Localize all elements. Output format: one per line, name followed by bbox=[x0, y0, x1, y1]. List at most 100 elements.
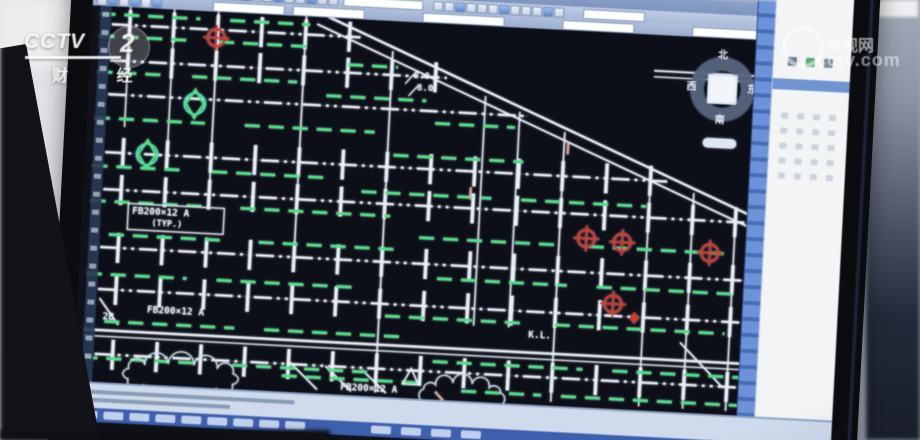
draw-tool-icon[interactable] bbox=[91, 227, 98, 232]
cad-stiffener-green bbox=[192, 77, 297, 82]
status-toggle[interactable] bbox=[129, 413, 149, 422]
status-toggle[interactable] bbox=[259, 420, 279, 429]
cad-stiffener-green bbox=[435, 123, 515, 127]
palette-item[interactable] bbox=[826, 160, 833, 166]
draw-tool-icon[interactable] bbox=[95, 156, 102, 161]
cad-stub bbox=[247, 282, 249, 312]
palette-item[interactable] bbox=[778, 157, 785, 163]
palette-item[interactable] bbox=[812, 129, 819, 135]
cad-stub bbox=[689, 263, 691, 293]
palette-item[interactable] bbox=[829, 115, 836, 121]
status-toggle[interactable] bbox=[401, 427, 421, 436]
draw-tool-icon[interactable] bbox=[98, 102, 105, 107]
draw-tool-icon[interactable] bbox=[101, 30, 108, 35]
viewcube-west-label[interactable]: 西 bbox=[686, 82, 697, 93]
palette-item[interactable] bbox=[781, 112, 788, 118]
cad-stiffener-green bbox=[104, 321, 234, 328]
status-toggle[interactable] bbox=[285, 421, 305, 430]
palette-item[interactable] bbox=[794, 173, 801, 179]
draw-tool-icon[interactable] bbox=[100, 48, 107, 53]
status-toggle[interactable] bbox=[155, 414, 175, 423]
status-toggle[interactable] bbox=[181, 415, 201, 424]
palette-item[interactable] bbox=[813, 114, 820, 120]
cad-vline bbox=[294, 16, 307, 256]
cad-stub bbox=[171, 49, 173, 79]
palette-item[interactable] bbox=[810, 159, 817, 165]
draw-tool-icon[interactable] bbox=[87, 299, 94, 304]
draw-tool-icon[interactable] bbox=[102, 12, 109, 17]
viewcube-face[interactable] bbox=[707, 74, 739, 106]
palette-icon[interactable] bbox=[806, 58, 815, 67]
palette-icon[interactable] bbox=[788, 57, 797, 66]
viewcube-north-label[interactable]: 北 bbox=[718, 51, 729, 62]
viewcube-home-button[interactable] bbox=[702, 137, 736, 149]
palette-item[interactable] bbox=[780, 127, 787, 133]
foreground-desk-edge bbox=[0, 430, 330, 440]
cad-stub bbox=[117, 233, 119, 263]
cad-stub bbox=[210, 143, 212, 173]
cad-drawing-canvas[interactable]: 8.08.0FB200×12 A(TYP.)FB200×12 A2BK.L.FB… bbox=[81, 6, 766, 416]
penetration-symbol bbox=[184, 89, 206, 118]
status-toggle[interactable] bbox=[431, 429, 451, 438]
palette-item[interactable] bbox=[779, 142, 786, 148]
palette-item[interactable] bbox=[795, 143, 802, 149]
cad-stub bbox=[115, 275, 117, 305]
status-toggle[interactable] bbox=[207, 417, 227, 426]
palette-item[interactable] bbox=[828, 130, 835, 136]
palette-item[interactable] bbox=[826, 175, 833, 181]
palette-item[interactable] bbox=[811, 144, 818, 150]
viewcube-south-label[interactable]: 南 bbox=[714, 116, 725, 127]
cad-stub bbox=[732, 265, 734, 295]
cad-drawing-svg[interactable]: 8.08.0FB200×12 A(TYP.)FB200×12 A2BK.L.FB… bbox=[81, 6, 766, 416]
cad-stiffener-green bbox=[212, 172, 332, 178]
cad-stub bbox=[391, 60, 393, 90]
toolbar-icon bbox=[477, 3, 488, 14]
pink-tick bbox=[470, 187, 471, 199]
cad-stiffener-green bbox=[230, 20, 310, 24]
cad-stub bbox=[595, 365, 597, 395]
cad-stub bbox=[513, 254, 515, 284]
cad-stub bbox=[200, 344, 202, 374]
draw-tool-icon[interactable] bbox=[88, 281, 95, 286]
draw-tool-icon[interactable] bbox=[85, 335, 92, 340]
cad-label-fb-mid: FB200×12 A bbox=[147, 305, 205, 319]
toolbar-icon bbox=[433, 1, 444, 12]
palette-item[interactable] bbox=[810, 174, 817, 180]
status-toggle[interactable] bbox=[461, 430, 481, 439]
draw-tool-icon[interactable] bbox=[98, 84, 105, 89]
palette-item[interactable] bbox=[827, 145, 834, 151]
cad-stub bbox=[557, 256, 559, 286]
toolbar-icon bbox=[488, 4, 499, 15]
cad-stub bbox=[215, 51, 217, 81]
cad-stub bbox=[645, 261, 647, 291]
cad-stub bbox=[386, 152, 388, 182]
draw-tool-icon[interactable] bbox=[92, 210, 99, 215]
cad-stiffener-green bbox=[240, 208, 390, 216]
cad-stiffener-green bbox=[385, 316, 525, 323]
palette-item[interactable] bbox=[797, 113, 804, 119]
cad-stub bbox=[425, 249, 427, 279]
palette-item[interactable] bbox=[796, 128, 803, 134]
cad-stub bbox=[381, 247, 383, 277]
draw-tool-icon[interactable] bbox=[89, 263, 96, 268]
cad-stub bbox=[156, 342, 158, 372]
draw-tool-icon[interactable] bbox=[99, 66, 106, 71]
palette-item[interactable] bbox=[778, 172, 785, 178]
draw-tool-icon[interactable] bbox=[84, 353, 91, 358]
draw-tool-icon[interactable] bbox=[90, 245, 97, 250]
cad-stub bbox=[516, 196, 518, 226]
status-toggle[interactable] bbox=[371, 425, 391, 434]
palette-header[interactable] bbox=[772, 78, 850, 93]
draw-tool-icon[interactable] bbox=[86, 317, 93, 322]
viewcube[interactable]: 北 南 西 东 bbox=[683, 50, 761, 128]
cad-stub bbox=[562, 161, 564, 191]
status-toggle[interactable] bbox=[233, 418, 253, 427]
palette-item[interactable] bbox=[794, 158, 801, 164]
draw-tool-icon[interactable] bbox=[97, 120, 104, 125]
status-toggle[interactable] bbox=[103, 411, 123, 420]
cad-stiffener-green bbox=[555, 325, 725, 334]
palette-icon[interactable] bbox=[824, 59, 833, 68]
draw-tool-icon[interactable] bbox=[94, 174, 101, 179]
draw-tool-icon[interactable] bbox=[93, 192, 100, 197]
draw-tool-icon[interactable] bbox=[96, 138, 103, 143]
